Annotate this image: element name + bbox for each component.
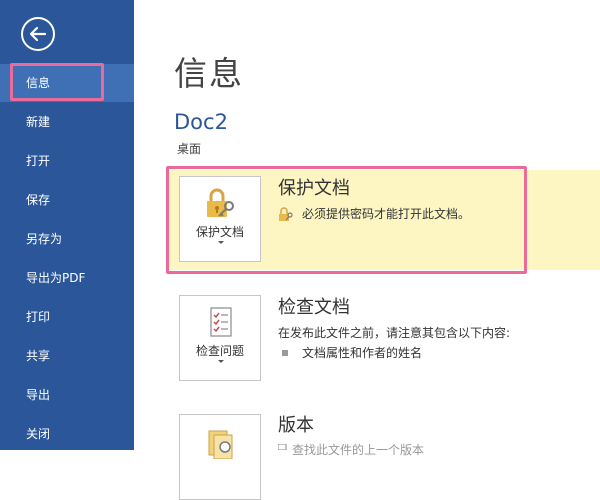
info-highlight-frame [10, 63, 104, 101]
sidebar-item-label: 共享 [26, 349, 51, 363]
page-title: 信息 [174, 54, 244, 93]
sidebar-item-label: 关闭 [26, 427, 51, 441]
sidebar-item-label: 导出 [26, 388, 51, 402]
document-small-icon [278, 444, 287, 450]
versions-description: 查找此文件的上一个版本 [292, 443, 425, 457]
chevron-down-icon [218, 360, 224, 363]
sidebar-item-save-as[interactable]: 另存为 [0, 220, 134, 258]
arrow-left-icon [29, 26, 47, 42]
sidebar-item-print[interactable]: 打印 [0, 298, 134, 336]
sidebar-item-label: 打开 [26, 154, 51, 168]
sidebar-item-label: 导出为PDF [26, 271, 86, 285]
inspect-document-description: 在发布此文件之前，请注意其包含以下内容: [278, 326, 511, 340]
checklist-icon [210, 307, 232, 337]
manage-versions-button[interactable] [179, 414, 261, 500]
sidebar-item-label: 新建 [26, 115, 51, 129]
document-location: 桌面 [177, 142, 202, 156]
sidebar-item-open[interactable]: 打开 [0, 142, 134, 180]
back-button[interactable] [21, 17, 55, 51]
document-name: Doc2 [174, 110, 228, 134]
sidebar-item-new[interactable]: 新建 [0, 103, 134, 141]
sidebar-item-export[interactable]: 导出 [0, 376, 134, 414]
check-for-issues-button[interactable]: 检查问题 [179, 295, 261, 381]
sidebar-item-share[interactable]: 共享 [0, 337, 134, 375]
bullet-icon [282, 350, 288, 356]
protect-highlight-frame [166, 166, 527, 274]
sidebar-item-label: 打印 [26, 310, 51, 324]
sidebar-item-export-pdf[interactable]: 导出为PDF [0, 259, 134, 297]
check-for-issues-tile-label: 检查问题 [195, 344, 244, 358]
sidebar-item-label: 保存 [26, 193, 51, 207]
versions-title: 版本 [278, 415, 314, 436]
sidebar-item-save[interactable]: 保存 [0, 181, 134, 219]
inspect-document-title: 检查文档 [278, 297, 350, 318]
sidebar-item-label: 另存为 [26, 232, 63, 246]
versions-icon [208, 430, 233, 459]
sidebar-item-close[interactable]: 关闭 [0, 415, 134, 453]
inspect-document-bullet: 文档属性和作者的姓名 [302, 346, 423, 360]
